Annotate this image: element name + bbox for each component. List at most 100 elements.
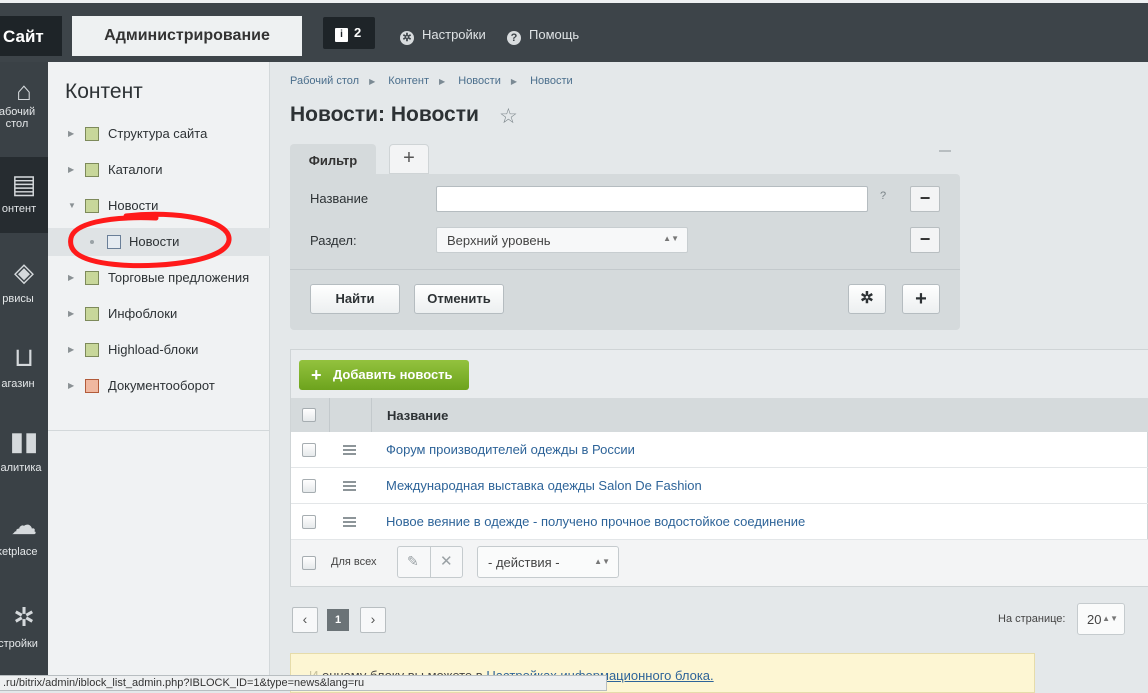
main-content: Рабочий стол ▶ Контент ▶ Новости ▶ Новости …: [270, 62, 1148, 693]
structure-icon: [85, 127, 99, 141]
leftbar-desktop[interactable]: ⌂ абочий стол: [0, 76, 48, 146]
leftbar-services-label: рвисы: [2, 293, 34, 305]
for-all-checkbox[interactable]: [302, 556, 316, 570]
menu-item-label: Структура сайта: [108, 126, 208, 141]
actions-select-value: - действия -: [488, 555, 560, 570]
side-menu-title: Контент: [65, 80, 143, 103]
filter-divider: [290, 269, 960, 270]
home-icon: ⌂: [16, 76, 32, 106]
prev-page-button[interactable]: ‹: [292, 607, 318, 633]
row-checkbox[interactable]: [302, 479, 316, 493]
marketplace-icon: ☁: [11, 510, 37, 540]
menu-item-label: Highload-блоки: [108, 342, 199, 357]
add-filter-tab-button[interactable]: +: [389, 144, 429, 174]
per-page-label: На странице:: [998, 613, 1066, 625]
next-page-button[interactable]: ›: [360, 607, 386, 633]
star-icon[interactable]: ☆: [499, 104, 518, 129]
breadcrumb-item[interactable]: Новости: [458, 75, 501, 87]
chevron-right-icon[interactable]: ▶: [68, 300, 74, 328]
leftbar-analytics-label: налитика: [0, 462, 42, 474]
gear-icon: ✲: [13, 602, 35, 632]
section-select-value: Верхний уровень: [447, 233, 551, 248]
add-news-label: Добавить новость: [333, 367, 453, 382]
per-page-select[interactable]: 20 ▲▼: [1077, 603, 1125, 635]
menu-item-catalogs[interactable]: ▶ Каталоги: [48, 156, 270, 184]
row-title-link[interactable]: Форум производителей одежды в России: [386, 442, 635, 457]
filter-panel: Название ? − Раздел: Верхний уровень ▲▼ −…: [290, 174, 960, 330]
row-menu-icon[interactable]: [343, 445, 356, 455]
row-title-link[interactable]: Новое веяние в одежде - получено прочное…: [386, 514, 805, 529]
delete-icon[interactable]: ✕: [440, 552, 453, 570]
per-page-value: 20: [1087, 612, 1102, 627]
bulk-edit-group: ✎ ✕: [397, 546, 463, 578]
leftbar-services[interactable]: ◈ рвисы: [0, 257, 48, 317]
analytics-icon: ▮▮: [9, 426, 39, 456]
news-list: + Добавить новость Название Форум произво…: [290, 349, 1148, 587]
gear-icon: ✲: [860, 290, 874, 307]
name-filter-label: Название: [310, 191, 369, 206]
menu-item-highload[interactable]: ▶ Highload-блоки: [48, 336, 270, 364]
help-link[interactable]: ? Помощь: [507, 27, 579, 45]
breadcrumb-separator-icon: ▶: [510, 77, 517, 86]
chevron-right-icon[interactable]: ▶: [68, 336, 74, 364]
settings-link[interactable]: ✲ Настройки: [400, 27, 486, 45]
admin-tab[interactable]: Администрирование: [72, 16, 302, 56]
services-icon: ◈: [14, 257, 34, 287]
leftbar-marketplace[interactable]: ☁ ketplace: [0, 510, 48, 570]
content-side-menu: Контент ▶ Структура сайта ▶ Каталоги ▼ Ново…: [48, 62, 270, 691]
section-select[interactable]: Верхний уровень ▲▼: [436, 227, 688, 253]
leftbar-shop[interactable]: ⊔ агазин: [0, 342, 48, 402]
site-tab[interactable]: Сайт: [0, 16, 62, 56]
breadcrumb-item[interactable]: Контент: [388, 75, 429, 87]
workflow-icon: [85, 379, 99, 393]
filter-settings-button[interactable]: ✲: [848, 284, 886, 314]
leftbar-marketplace-label: ketplace: [0, 546, 38, 558]
table-row: Международная выставка одежды Salon De F…: [291, 468, 1148, 504]
help-label: Помощь: [529, 27, 580, 42]
gear-icon: ✲: [400, 31, 414, 45]
leftbar-desktop-label: абочий стол: [0, 106, 36, 130]
column-header-name[interactable]: Название: [387, 408, 448, 423]
chevron-right-icon[interactable]: ▶: [68, 156, 74, 184]
basket-icon: ⊔: [13, 342, 35, 372]
find-button[interactable]: Найти: [310, 284, 400, 314]
breadcrumb-item[interactable]: Рабочий стол: [290, 75, 359, 87]
help-mark[interactable]: ?: [880, 190, 886, 202]
menu-item-label: Документооборот: [108, 378, 215, 393]
row-menu-icon[interactable]: [343, 517, 356, 527]
add-filter-field-button[interactable]: +: [902, 284, 940, 314]
leftbar-analytics[interactable]: ▮▮ налитика: [0, 426, 48, 486]
notifications-button[interactable]: i2: [323, 17, 375, 49]
menu-item-workflow[interactable]: ▶ Документооборот: [48, 372, 270, 400]
table-header: Название: [291, 398, 1148, 432]
leftbar-settings-label: стройки: [0, 638, 38, 650]
row-title-link[interactable]: Международная выставка одежды Salon De F…: [386, 478, 702, 493]
menu-item-infoblocks[interactable]: ▶ Инфоблоки: [48, 300, 270, 328]
chevron-right-icon[interactable]: ▶: [68, 372, 74, 400]
leftbar-settings[interactable]: ✲ стройки: [0, 602, 48, 662]
remove-section-filter-button[interactable]: −: [910, 227, 940, 253]
row-checkbox[interactable]: [302, 443, 316, 457]
breadcrumb-item[interactable]: Новости: [530, 75, 573, 87]
page-title: Новости: Новости: [290, 103, 479, 126]
table-footer: Для всех ✎ ✕ - действия - ▲▼: [291, 540, 1148, 586]
cancel-button[interactable]: Отменить: [414, 284, 504, 314]
select-all-checkbox[interactable]: [302, 408, 316, 422]
leftbar-content[interactable]: ▤ онтент: [0, 157, 48, 233]
browser-status-bar: .ru/bitrix/admin/iblock_list_admin.php?I…: [0, 675, 607, 691]
breadcrumb-separator-icon: ▶: [439, 77, 446, 86]
chevron-right-icon[interactable]: ▶: [68, 120, 74, 148]
row-menu-icon[interactable]: [343, 481, 356, 491]
actions-select[interactable]: - действия - ▲▼: [477, 546, 619, 578]
collapse-filter-button[interactable]: [939, 150, 951, 152]
remove-name-filter-button[interactable]: −: [910, 186, 940, 212]
pencil-icon[interactable]: ✎: [407, 553, 419, 570]
filter-tab[interactable]: Фильтр: [290, 144, 376, 176]
select-arrows-icon: ▲▼: [1102, 614, 1118, 623]
settings-label: Настройки: [422, 27, 486, 42]
menu-item-site-structure[interactable]: ▶ Структура сайта: [48, 120, 270, 148]
name-filter-input[interactable]: [436, 186, 868, 212]
row-checkbox[interactable]: [302, 515, 316, 529]
add-news-button[interactable]: + Добавить новость: [299, 360, 469, 390]
breadcrumb: Рабочий стол ▶ Контент ▶ Новости ▶ Новости: [290, 75, 583, 87]
